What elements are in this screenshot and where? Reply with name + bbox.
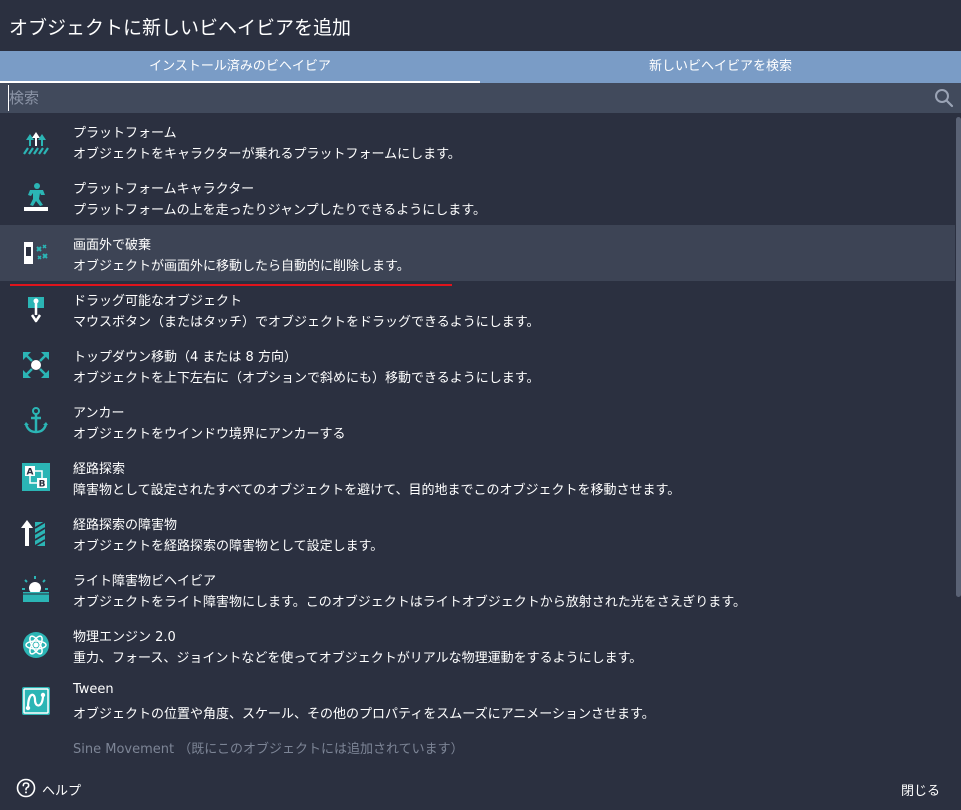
list-item-platform[interactable]: プラットフォーム オブジェクトをキャラクターが乗れるプラットフォームにします。 xyxy=(0,113,955,169)
behavior-name: 経路探索の障害物 xyxy=(73,518,178,533)
behavior-description: オブジェクトをライト障害物にします。このオブジェクトはライトオブジェクトから放射… xyxy=(73,595,747,610)
tab-bar: インストール済みのビヘイビア 新しいビヘイビアを検索 xyxy=(0,51,961,83)
behavior-description: オブジェクトをキャラクターが乗れるプラットフォームにします。 xyxy=(73,147,461,162)
list-item-destroy-outside-screen[interactable]: 画面外で破棄 オブジェクトが画面外に移動したら自動的に削除します。 xyxy=(0,225,955,281)
behavior-description: 障害物として設定されたすべてのオブジェクトを避けて、目的地までこのオブジェクトを… xyxy=(73,483,681,498)
list-item-top-down-movement[interactable]: トップダウン移動（4 または 8 方向） オブジェクトを上下左右に（オプションで… xyxy=(0,337,955,393)
help-label: ヘルプ xyxy=(42,784,82,799)
tab-search-new-behaviors[interactable]: 新しいビヘイビアを検索 xyxy=(480,51,961,83)
behavior-description: オブジェクトをウインドウ境界にアンカーする xyxy=(73,427,346,442)
behavior-name: 物理エンジン 2.0 xyxy=(73,630,176,645)
list-item-light-obstacle[interactable]: ライト障害物ビヘイビア オブジェクトをライト障害物にします。このオブジェクトはラ… xyxy=(0,561,955,617)
list-item-pathfinding-obstacle[interactable]: 経路探索の障害物 オブジェクトを経路探索の障害物として設定します。 xyxy=(0,505,955,561)
list-item-sine-movement: Sine Movement （既にこのオブジェクトには追加されています） xyxy=(0,729,955,763)
behavior-name: 経路探索 xyxy=(73,462,126,477)
tween-icon xyxy=(22,687,50,715)
list-item-draggable[interactable]: ドラッグ可能なオブジェクト マウスボタン（またはタッチ）でオブジェクトをドラッグ… xyxy=(0,281,955,337)
behavior-name: Sine Movement （既にこのオブジェクトには追加されています） xyxy=(73,742,464,757)
light-obstacle-icon xyxy=(22,576,49,602)
close-button[interactable]: 閉じる xyxy=(901,780,940,799)
list-item-pathfinding[interactable]: A B 経路探索 障害物として設定されたすべてのオブジェクトを避けて、目的地まで… xyxy=(0,449,955,505)
sine-movement-icon xyxy=(21,742,51,763)
platform-icon xyxy=(23,132,49,155)
draggable-icon xyxy=(28,297,44,323)
pathfinding-obstacle-icon xyxy=(21,520,46,547)
scrollbar-thumb[interactable] xyxy=(956,117,961,597)
destroy-outside-screen-icon xyxy=(24,242,48,264)
scrollbar[interactable] xyxy=(955,113,961,763)
list-item-physics-engine[interactable]: 物理エンジン 2.0 重力、フォース、ジョイントなどを使ってオブジェクトがリアル… xyxy=(0,617,955,673)
list-item-tween[interactable]: Tween オブジェクトの位置や角度、スケール、その他のプロパティをスムーズにア… xyxy=(0,673,955,729)
behavior-name: トップダウン移動（4 または 8 方向） xyxy=(73,350,297,365)
top-down-movement-icon xyxy=(23,352,49,378)
help-circle-icon xyxy=(16,778,36,798)
list-item-anchor[interactable]: アンカー オブジェクトをウインドウ境界にアンカーする xyxy=(0,393,955,449)
behavior-name: Tween xyxy=(73,682,114,697)
behavior-description: オブジェクトの位置や角度、スケール、その他のプロパティをスムーズにアニメーション… xyxy=(73,707,655,722)
behavior-description: マウスボタン（またはタッチ）でオブジェクトをドラッグできるようにします。 xyxy=(73,315,540,330)
search-icon[interactable] xyxy=(934,88,954,108)
behavior-name: プラットフォーム xyxy=(73,126,177,141)
title-bar: オブジェクトに新しいビヘイビアを追加 xyxy=(0,0,961,51)
behavior-name: ライト障害物ビヘイビア xyxy=(73,574,217,589)
behavior-list[interactable]: プラットフォーム オブジェクトをキャラクターが乗れるプラットフォームにします。 … xyxy=(0,113,955,763)
dialog-title: オブジェクトに新しいビヘイビアを追加 xyxy=(9,17,352,39)
pathfinding-icon: A B xyxy=(22,463,50,491)
physics-engine-icon xyxy=(23,632,49,658)
behavior-description: プラットフォームの上を走ったりジャンプしたりできるようにします。 xyxy=(73,203,487,218)
search-bar xyxy=(0,83,961,113)
platformer-character-icon xyxy=(24,183,48,211)
behavior-name: アンカー xyxy=(73,406,125,421)
tab-installed-behaviors[interactable]: インストール済みのビヘイビア xyxy=(0,51,480,83)
list-item-platformer-character[interactable]: プラットフォームキャラクター プラットフォームの上を走ったりジャンプしたりできる… xyxy=(0,169,955,225)
anchor-icon xyxy=(24,407,48,434)
behavior-name: プラットフォームキャラクター xyxy=(73,182,255,197)
dialog-footer: ヘルプ 閉じる xyxy=(0,763,961,810)
search-input[interactable] xyxy=(8,85,909,111)
svg-text:B: B xyxy=(39,480,46,490)
behavior-description: オブジェクトが画面外に移動したら自動的に削除します。 xyxy=(73,259,410,274)
annotation-underline xyxy=(10,284,452,286)
behavior-description: 重力、フォース、ジョイントなどを使ってオブジェクトがリアルな物理運動をするように… xyxy=(73,651,643,666)
behavior-description: オブジェクトを経路探索の障害物として設定します。 xyxy=(73,539,384,554)
behavior-description: オブジェクトを上下左右に（オプションで斜めにも）移動できるようにします。 xyxy=(73,371,540,386)
behavior-name: ドラッグ可能なオブジェクト xyxy=(73,294,243,309)
behavior-name: 画面外で破棄 xyxy=(73,238,152,253)
